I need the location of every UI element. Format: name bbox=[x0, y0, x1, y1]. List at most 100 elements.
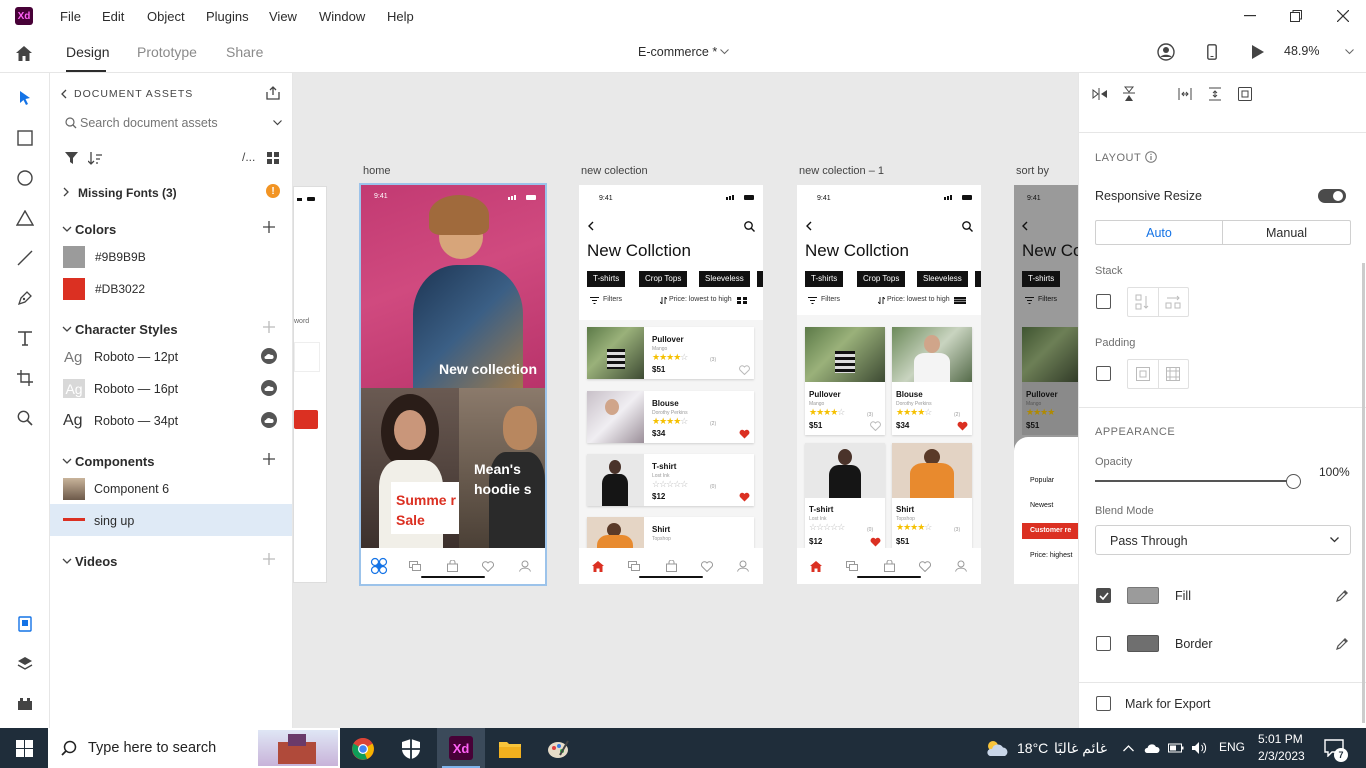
category-chip[interactable]: T-shirts bbox=[805, 271, 844, 287]
tab-design[interactable]: Design bbox=[66, 44, 110, 60]
product-card[interactable]: Blouse Dorothy Perkins ★★★★☆ (2) $34 bbox=[892, 327, 972, 435]
filter-icon[interactable] bbox=[1024, 296, 1034, 304]
file-explorer-icon[interactable] bbox=[497, 736, 523, 762]
search-icon[interactable] bbox=[742, 219, 756, 233]
panel-scrollbar[interactable] bbox=[1362, 263, 1365, 723]
bag-nav-icon[interactable] bbox=[664, 559, 678, 573]
character-styles-title[interactable]: Character Styles bbox=[75, 322, 178, 337]
back-icon[interactable] bbox=[803, 219, 815, 233]
product-card[interactable]: Pullover Mango ★★★★☆ (3) $51 bbox=[805, 327, 885, 435]
favorites-nav-icon[interactable] bbox=[481, 559, 495, 573]
sort-label[interactable]: Price: lowest to high bbox=[669, 296, 732, 303]
char-style-label[interactable]: Roboto — 12pt bbox=[94, 350, 178, 364]
design-canvas[interactable]: word home 9:41 New collection Summe r Sa… bbox=[293, 73, 1078, 728]
menu-view[interactable]: View bbox=[269, 9, 297, 24]
sort-arrows-icon[interactable] bbox=[659, 296, 667, 304]
filter-icon[interactable] bbox=[589, 296, 599, 304]
border-checkbox[interactable] bbox=[1096, 636, 1111, 651]
stack-horizontal-icon[interactable] bbox=[1159, 292, 1187, 312]
input-language[interactable]: ENG bbox=[1219, 740, 1245, 754]
chrome-app-icon[interactable] bbox=[350, 736, 376, 762]
pen-tool-icon[interactable] bbox=[13, 286, 37, 310]
grid-view-icon[interactable] bbox=[265, 150, 281, 166]
shop-nav-icon[interactable] bbox=[627, 559, 641, 573]
product-card[interactable]: Blouse Dorothy Perkins ★★★★☆ (2) $34 bbox=[587, 391, 754, 443]
sort-label[interactable]: Price: lowest to high bbox=[887, 296, 950, 303]
zoom-tool-icon[interactable] bbox=[13, 406, 37, 430]
back-chevron-icon[interactable] bbox=[58, 87, 70, 101]
responsive-resize-toggle[interactable] bbox=[1318, 189, 1346, 203]
search-icon[interactable] bbox=[960, 219, 974, 233]
shop-nav-icon[interactable] bbox=[408, 559, 422, 573]
profile-nav-icon[interactable] bbox=[518, 559, 532, 573]
eyedropper-icon[interactable] bbox=[1334, 587, 1350, 603]
chevron-down-icon[interactable] bbox=[718, 47, 730, 57]
volume-icon[interactable] bbox=[1190, 740, 1208, 756]
padding-uniform-icon[interactable] bbox=[1129, 364, 1157, 384]
product-card[interactable]: T-shirt Lost Ink ☆☆☆☆☆ (0) $12 bbox=[805, 443, 885, 548]
minimize-icon[interactable] bbox=[1240, 8, 1260, 24]
category-chip[interactable]: Sleeveless bbox=[917, 271, 968, 287]
device-preview-icon[interactable] bbox=[1202, 42, 1222, 62]
mark-for-export-checkbox[interactable] bbox=[1096, 696, 1111, 711]
heart-filled-icon[interactable] bbox=[956, 420, 968, 432]
restore-icon[interactable] bbox=[1286, 8, 1306, 24]
heart-filled-icon[interactable] bbox=[738, 491, 750, 503]
filter-icon[interactable] bbox=[807, 296, 817, 304]
artboard-tool-icon[interactable] bbox=[13, 366, 37, 390]
partial-artboard[interactable]: word bbox=[293, 186, 327, 583]
add-char-style-icon[interactable] bbox=[262, 320, 276, 334]
fit-content-icon[interactable] bbox=[1236, 86, 1254, 102]
product-card[interactable]: Pullover Mango ★★★★☆ (3) $51 bbox=[587, 327, 754, 379]
zoom-chevron-icon[interactable] bbox=[1343, 47, 1355, 57]
battery-icon[interactable] bbox=[1167, 740, 1185, 756]
profile-nav-icon[interactable] bbox=[954, 559, 968, 573]
home-nav-icon[interactable] bbox=[809, 559, 823, 573]
sort-option[interactable]: Price: highest bbox=[1030, 552, 1072, 559]
heart-outline-icon[interactable] bbox=[738, 364, 750, 376]
flip-horizontal-icon[interactable] bbox=[1091, 86, 1109, 102]
back-icon[interactable] bbox=[585, 219, 597, 233]
filters-label[interactable]: Filters bbox=[821, 296, 840, 303]
bag-nav-icon[interactable] bbox=[882, 559, 896, 573]
heart-outline-icon[interactable] bbox=[869, 420, 881, 432]
xd-app-icon[interactable]: Xd bbox=[449, 736, 473, 760]
security-app-icon[interactable] bbox=[398, 736, 424, 762]
assets-panel-icon[interactable] bbox=[13, 612, 37, 636]
select-tool-icon[interactable] bbox=[13, 86, 37, 110]
weather-description[interactable]: غائم غالبًا bbox=[1054, 740, 1107, 757]
category-chip[interactable]: Bl bbox=[975, 271, 981, 287]
list-view-icon[interactable] bbox=[954, 296, 966, 304]
paint-app-icon[interactable] bbox=[545, 736, 571, 762]
heart-filled-icon[interactable] bbox=[869, 536, 881, 548]
collapse-chevron-icon[interactable] bbox=[61, 554, 73, 568]
color-swatch[interactable] bbox=[63, 278, 85, 300]
document-title[interactable]: E-commerce * bbox=[638, 45, 717, 59]
manual-mode-button[interactable]: Manual bbox=[1223, 221, 1350, 244]
onedrive-cloud-icon[interactable] bbox=[1143, 740, 1161, 756]
opacity-value[interactable]: 100% bbox=[1319, 465, 1350, 479]
missing-fonts-title[interactable]: Missing Fonts (3) bbox=[78, 186, 177, 200]
tab-share[interactable]: Share bbox=[226, 44, 263, 60]
fill-color-swatch[interactable] bbox=[1127, 587, 1159, 604]
color-swatch[interactable] bbox=[63, 246, 85, 268]
text-tool-icon[interactable] bbox=[13, 326, 37, 350]
category-chip[interactable]: Bl bbox=[757, 271, 763, 287]
product-card[interactable]: Shirt Topshop ★★★★☆ (3) $51 bbox=[892, 443, 972, 548]
collapse-chevron-icon[interactable] bbox=[61, 454, 73, 468]
home-nav-icon[interactable] bbox=[370, 557, 388, 575]
play-preview-icon[interactable] bbox=[1248, 42, 1268, 62]
distribute-horizontal-icon[interactable] bbox=[1176, 86, 1194, 102]
chevron-up-icon[interactable] bbox=[1120, 740, 1136, 756]
distribute-vertical-icon[interactable] bbox=[1206, 86, 1224, 102]
fill-checkbox[interactable] bbox=[1096, 588, 1111, 603]
filters-label[interactable]: Filters bbox=[1038, 296, 1057, 303]
menu-plugins[interactable]: Plugins bbox=[206, 9, 249, 24]
windows-start-icon[interactable] bbox=[13, 738, 35, 758]
add-component-icon[interactable] bbox=[262, 452, 276, 466]
share-assets-icon[interactable] bbox=[264, 84, 282, 102]
sort-by-artboard[interactable]: 9:41 New Co T-shirts Filters Pullover Ma… bbox=[1014, 185, 1078, 584]
expand-chevron-icon[interactable] bbox=[61, 185, 71, 199]
collapse-chevron-icon[interactable] bbox=[61, 222, 73, 236]
zoom-level[interactable]: 48.9% bbox=[1284, 44, 1319, 58]
